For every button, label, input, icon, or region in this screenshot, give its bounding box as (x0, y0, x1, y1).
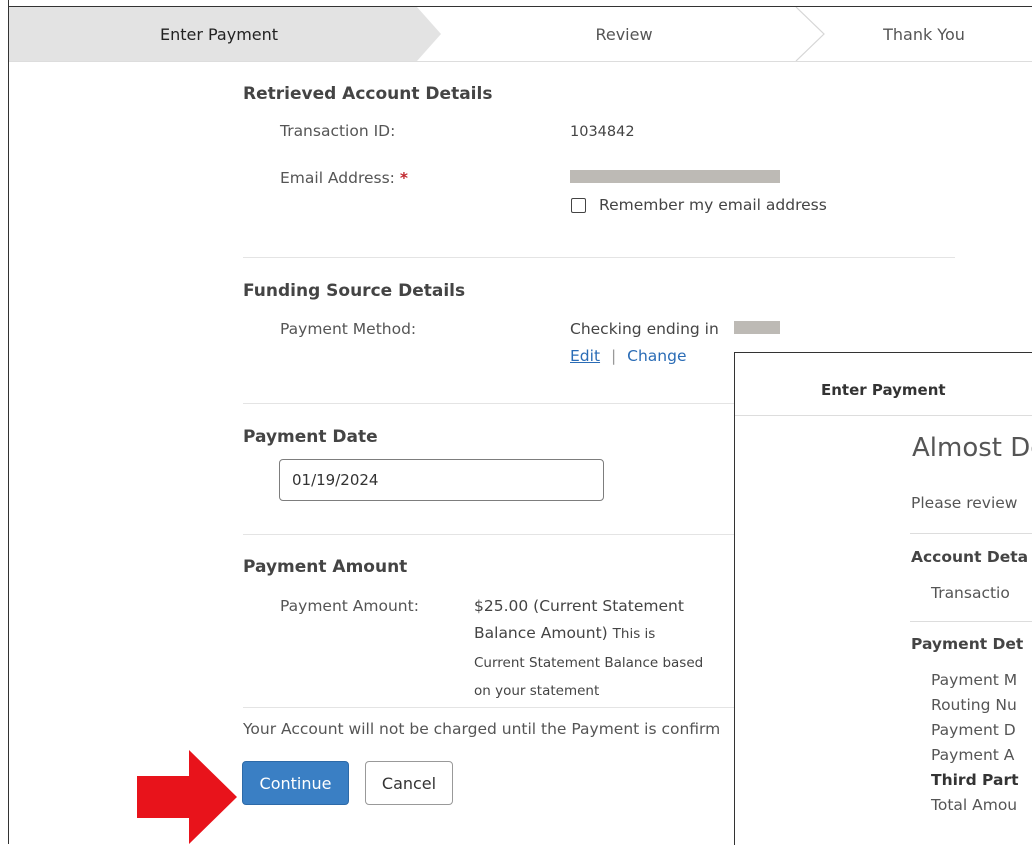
page-frame: Enter Payment Review Thank You Retrieved… (0, 0, 1032, 845)
overlay-step-enter-payment: Enter Payment (821, 381, 946, 399)
continue-button[interactable]: Continue (242, 761, 349, 805)
section-divider (243, 707, 735, 708)
overlay-row-payment-amount: Payment A (931, 746, 1015, 764)
overlay-stepper-line (735, 415, 1032, 416)
transaction-id-value: 1034842 (570, 124, 635, 140)
overlay-row-total: Total Amou (931, 796, 1018, 814)
payment-amount-note-inline: This is (612, 626, 656, 642)
remember-email-checkbox[interactable] (571, 198, 586, 213)
overlay-row-payment-method: Payment M (931, 671, 1018, 689)
edit-funding-link[interactable]: Edit (570, 347, 600, 365)
redacted-email-value (570, 170, 780, 183)
overlay-row-third-party: Third Part (931, 771, 1019, 789)
transaction-id-label: Transaction ID: (280, 122, 396, 140)
overlay-row-payment-date: Payment D (931, 721, 1016, 739)
remember-email-label[interactable]: Remember my email address (599, 196, 827, 214)
step-enter-payment: Enter Payment (159, 24, 279, 44)
red-arrow-annotation-icon (137, 750, 237, 844)
overlay-account-section: Account Deta (911, 548, 1029, 566)
funding-actions: Edit | Change (570, 347, 686, 365)
payment-amount-value-line1: $25.00 (Current Statement (474, 597, 684, 615)
cancel-button[interactable]: Cancel (365, 761, 453, 805)
overlay-payment-section: Payment Det (911, 635, 1024, 653)
payment-date-input[interactable]: 01/19/2024 (279, 459, 604, 501)
overlay-instructions: Please review (911, 494, 1018, 512)
overlay-row-routing: Routing Nu (931, 696, 1017, 714)
overlay-divider (910, 533, 1032, 534)
payment-amount-label: Payment Amount: (280, 597, 419, 615)
link-separator: | (610, 347, 617, 365)
section-divider (243, 534, 735, 535)
payment-amount-value-line2: Balance Amount) This is (474, 624, 655, 642)
payment-amount-note-line2: Current Statement Balance based (474, 655, 704, 671)
payment-date-section-title: Payment Date (243, 427, 378, 447)
section-divider (243, 403, 735, 404)
frame-left-border (8, 0, 9, 844)
change-funding-link[interactable]: Change (627, 347, 686, 365)
payment-amount-section-title: Payment Amount (243, 557, 408, 577)
payment-method-value: Checking ending in (570, 320, 719, 338)
payment-amount-value-line2-text: Balance Amount) (474, 624, 608, 642)
email-label: Email Address: * (280, 169, 408, 187)
overlay-transaction-row: Transactio (931, 584, 1010, 602)
review-screen-overlay: Enter Payment Almost Do Please review Ac… (734, 352, 1032, 845)
progress-stepper: Enter Payment Review Thank You (9, 7, 1032, 62)
section-divider (243, 257, 955, 258)
funding-section-title: Funding Source Details (243, 281, 466, 301)
account-section-title: Retrieved Account Details (243, 84, 493, 104)
step-review: Review (595, 24, 653, 44)
charge-notice-text: Your Account will not be charged until t… (243, 720, 721, 738)
required-mark: * (399, 169, 408, 187)
email-label-text: Email Address: (280, 169, 395, 187)
step-thank-you: Thank You (883, 24, 965, 44)
payment-method-label: Payment Method: (280, 320, 417, 338)
overlay-divider (910, 621, 1032, 622)
redacted-account-digits (734, 321, 780, 334)
overlay-title: Almost Do (912, 433, 1032, 463)
payment-amount-note-line3: on your statement (474, 683, 600, 699)
